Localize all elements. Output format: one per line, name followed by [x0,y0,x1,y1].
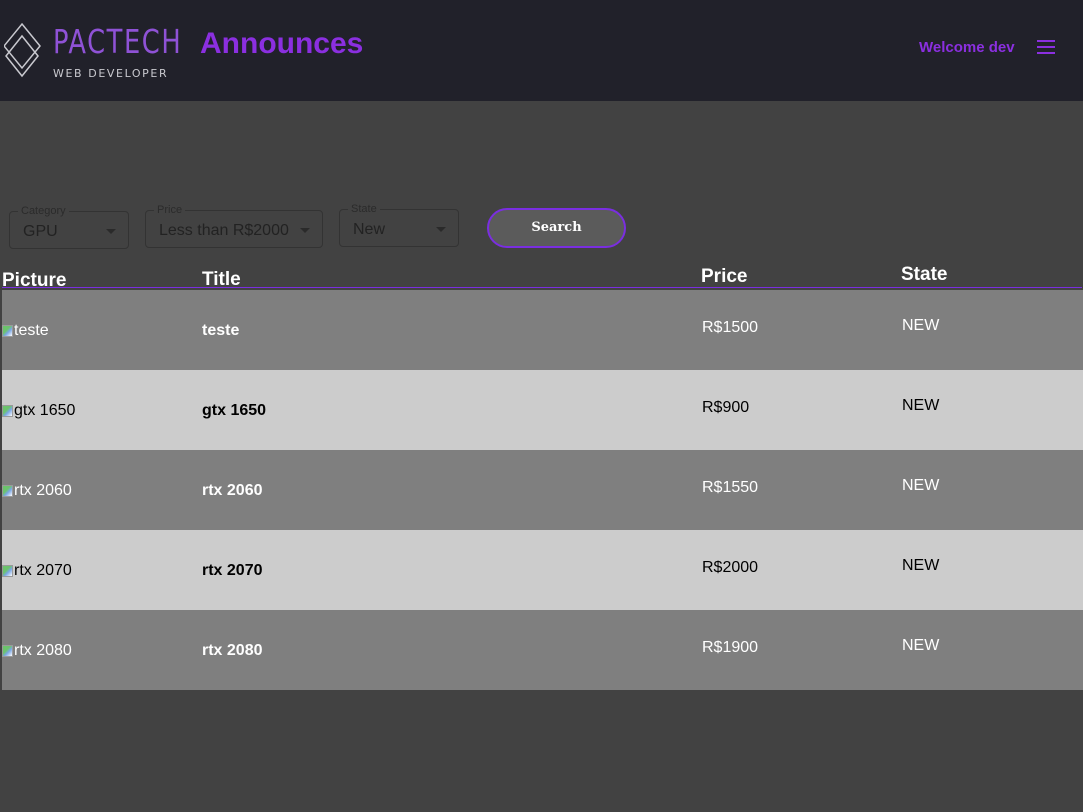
row-price: R$1500 [702,319,759,336]
row-title: gtx 1650 [202,402,267,419]
state-select[interactable]: State New [339,203,459,247]
diamond-logo-icon [4,22,41,78]
broken-image-icon [2,565,13,577]
row-title: rtx 2060 [202,482,263,499]
search-button[interactable]: Search [487,208,626,248]
category-select[interactable]: Category GPU [9,205,129,249]
row-picture: gtx 1650 [2,402,75,420]
row-picture: rtx 2060 [2,482,72,500]
row-title: rtx 2070 [202,562,263,579]
table-header-divider [2,287,1082,288]
state-select-value: New [353,221,386,238]
row-state: NEW [902,637,940,654]
row-state: NEW [902,397,940,414]
chevron-down-icon [300,228,310,233]
row-state: NEW [902,557,940,574]
row-picture: teste [2,322,49,340]
row-state: NEW [902,317,940,334]
logo-name: PACTECH [53,22,183,61]
row-price: R$900 [702,399,750,416]
top-app-bar: PACTECH WEB DEVELOPER Announces Welcome … [0,0,1083,101]
column-header-state: State [901,264,948,285]
table-row[interactable]: rtx 2060 rtx 2060 R$1550 NEW [2,450,1083,530]
category-select-label: Category [18,205,69,217]
state-select-label: State [348,203,380,215]
row-state: NEW [902,477,940,494]
broken-image-icon [2,645,13,657]
broken-image-icon [2,405,13,417]
table-row[interactable]: rtx 2080 rtx 2080 R$1900 NEW [2,610,1083,690]
welcome-user-text: Welcome dev [919,39,1015,56]
pactech-logo[interactable]: PACTECH WEB DEVELOPER [4,20,204,84]
row-price: R$1550 [702,479,759,496]
category-select-value: GPU [23,223,58,240]
row-title: rtx 2080 [202,642,263,659]
row-price: R$2000 [702,559,759,576]
column-header-picture: Picture [2,270,67,291]
broken-image-icon [2,325,13,337]
chevron-down-icon [106,229,116,234]
row-picture: rtx 2080 [2,642,72,660]
table-row[interactable]: gtx 1650 gtx 1650 R$900 NEW [2,370,1083,450]
price-select-label: Price [154,204,186,216]
page-title: Announces [200,27,364,60]
chevron-down-icon [436,227,446,232]
column-header-price: Price [701,266,748,287]
hamburger-menu-icon[interactable] [1037,40,1057,54]
price-select-value: Less than R$2000 [159,222,289,239]
price-select[interactable]: Price Less than R$2000 [145,204,323,248]
table-row[interactable]: rtx 2070 rtx 2070 R$2000 NEW [2,530,1083,610]
broken-image-icon [2,485,13,497]
row-price: R$1900 [702,639,759,656]
table-row[interactable]: teste teste R$1500 NEW [2,290,1083,370]
logo-tagline: WEB DEVELOPER [53,67,169,80]
row-title: teste [202,322,240,339]
row-picture: rtx 2070 [2,562,72,580]
